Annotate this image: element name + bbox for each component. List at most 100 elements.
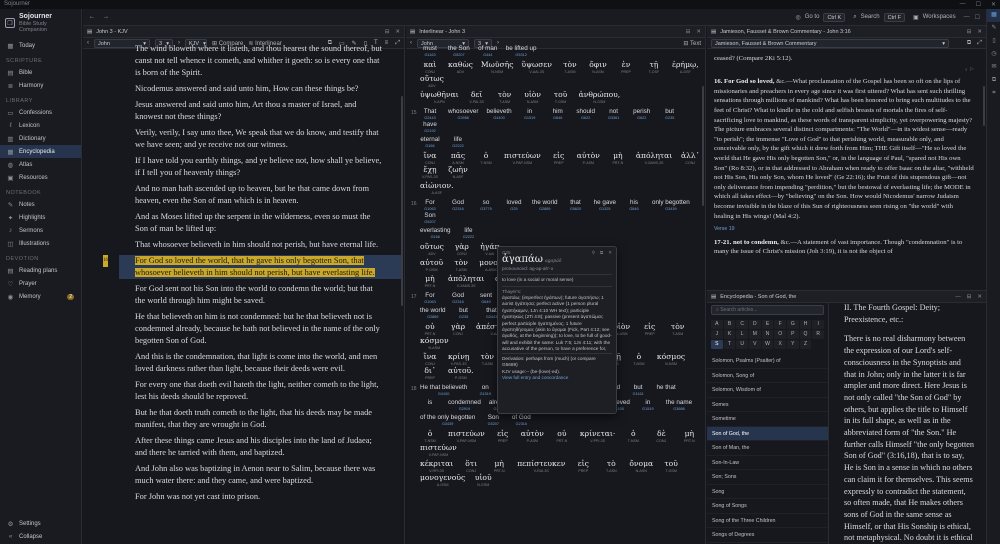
encyclopedia-item[interactable]: Song of Songs	[707, 499, 828, 514]
interlinear-token[interactable]: the world G2889	[532, 199, 558, 212]
interlinear-token[interactable]: so G3779	[476, 199, 496, 212]
interlinear-token[interactable]: καὶ CONJ	[420, 60, 440, 74]
interlinear-token[interactable]: only begotten G3439	[652, 199, 690, 212]
sidebar-item-resources[interactable]: ▣ Resources	[0, 171, 81, 184]
interlinear-token[interactable]: κόσμος N-NSM	[657, 352, 685, 366]
strongs-number[interactable]: G622	[576, 116, 596, 121]
close-icon[interactable]: ✕	[608, 250, 612, 256]
strongs-number[interactable]: G1063	[420, 300, 440, 305]
full-entry-link[interactable]: View full entry and concordance	[502, 375, 612, 381]
interlinear-token[interactable]: δὲ CONJ	[651, 429, 671, 443]
sidebar-item-prayer[interactable]: ♡ Prayer	[0, 277, 81, 290]
strongs-number[interactable]: G5207	[420, 220, 440, 225]
interlinear-token[interactable]: γὰρ CONJ	[448, 322, 468, 336]
letter-filter-c[interactable]: C	[736, 320, 748, 329]
sidebar-item-sermons[interactable]: ♪ Sermons	[0, 224, 81, 237]
interlinear-token[interactable]: of man G444	[478, 45, 498, 58]
scrollbar[interactable]	[983, 86, 985, 126]
strongs-number[interactable]: G2889	[532, 207, 558, 212]
layers-panel-icon[interactable]: ⧉	[987, 74, 1000, 87]
interlinear-token[interactable]: ἵναCONJ	[420, 352, 440, 366]
interlinear-token[interactable]: believeth G4100	[486, 108, 511, 121]
article-search-input[interactable]: ⌕ Search articles...	[711, 305, 824, 315]
letter-filter-e[interactable]: E	[761, 320, 774, 329]
verse[interactable]: Verily, verily, I say unto thee, We spea…	[135, 127, 383, 151]
interlinear-token[interactable]: of the only begotten G3439	[420, 414, 475, 427]
encyclopedia-item[interactable]: Solomon, Song of	[707, 369, 828, 383]
verse[interactable]: And this is the condemnation, that light…	[135, 351, 383, 375]
pane-close-icon[interactable]: ✕	[696, 29, 701, 35]
interlinear-token[interactable]: condemnedG2919	[448, 399, 481, 412]
interlinear-token[interactable]: Son G5207	[483, 414, 503, 427]
interlinear-token[interactable]: eternal G166	[420, 136, 440, 149]
copy-icon[interactable]: ⧉	[967, 40, 971, 47]
interlinear-token[interactable]: πιστεύων V-PAP-NSM	[504, 151, 541, 165]
interlinear-token[interactable]: ὅτι CONJ	[461, 459, 481, 473]
letter-filter-b[interactable]: B	[723, 320, 736, 329]
verse[interactable]: And as Moses lifted up the serpent in th…	[135, 211, 383, 235]
interlinear-token[interactable]: be lifted up G5312	[506, 45, 537, 58]
interlinear-token[interactable]: πᾶς A-NSM	[448, 151, 468, 165]
pin-icon[interactable]: ⚲	[592, 250, 595, 256]
interlinear-token[interactable]: υἱὸν N-ASM	[523, 90, 543, 104]
letter-filter-w[interactable]: W	[761, 340, 774, 349]
interlinear-token[interactable]: but G1161	[628, 384, 648, 397]
search-button[interactable]: ⌕ Search Ctrl F	[853, 12, 906, 22]
encyclopedia-item[interactable]: Son-In-Law	[707, 456, 828, 470]
strongs-number[interactable]: G3439	[652, 207, 690, 212]
interlinear-token[interactable]: ὁT-NSM	[476, 151, 496, 165]
verse[interactable]: 16 For God so loved the world, that he ga…	[103, 255, 403, 279]
interlinear-token[interactable]: life G2222	[448, 136, 468, 149]
strongs-number[interactable]: G235	[454, 315, 474, 320]
maximize-icon[interactable]: ☐	[976, 1, 981, 8]
strongs-number[interactable]: G2919	[448, 407, 481, 412]
interlinear-token[interactable]: ἔχῃ V-PAS-3S	[420, 165, 440, 179]
strongs-number[interactable]: G2316	[448, 300, 468, 305]
letter-filter-q[interactable]: Q	[799, 330, 812, 339]
interlinear-token[interactable]: εἰς PREP	[493, 429, 513, 443]
interlinear-token[interactable]: on G1519	[475, 384, 495, 397]
thumbs-down-icon[interactable]: ⚐	[970, 67, 974, 73]
sidebar-item-notes[interactable]: ✎ Notes	[0, 198, 81, 211]
strongs-number[interactable]: G1325	[594, 207, 616, 212]
letter-filter-x[interactable]: X	[774, 340, 786, 349]
strongs-number[interactable]: G2316	[448, 207, 468, 212]
thumbs-up-icon[interactable]: ♁	[964, 67, 968, 73]
letter-filter-o[interactable]: O	[774, 330, 786, 339]
interlinear-token[interactable]: τὸνT-ASM	[668, 322, 688, 336]
interlinear-token[interactable]: he that	[656, 384, 676, 397]
expand-icon[interactable]: ⤢	[395, 40, 400, 47]
split-icon[interactable]: ⊟	[385, 29, 390, 35]
interlinear-token[interactable]: is	[420, 399, 440, 412]
strongs-number[interactable]: G3956	[448, 116, 478, 121]
letter-filter-m[interactable]: M	[749, 330, 761, 339]
strongs-number[interactable]: G649	[476, 300, 496, 305]
split-icon[interactable]: ⊟	[967, 294, 972, 300]
sidebar-item-collapse[interactable]: «Collapse	[0, 530, 82, 543]
minimize-icon[interactable]: —	[964, 14, 970, 21]
interlinear-token[interactable]: ὕψωσεν V-AAI-3S	[521, 60, 552, 74]
strongs-number[interactable]: G4100	[486, 116, 511, 121]
letter-filter-k[interactable]: K	[723, 330, 736, 339]
sidebar-item-confessions[interactable]: ▭ Confessions	[0, 106, 81, 119]
interlinear-token[interactable]: notG3361	[604, 108, 624, 121]
verse[interactable]: But he that doeth truth cometh to the li…	[135, 407, 383, 431]
strongs-number[interactable]: G1519	[520, 116, 540, 121]
strongs-number[interactable]: G5312	[506, 53, 537, 58]
letter-filter-z[interactable]: Z	[799, 340, 812, 349]
encyclopedia-item[interactable]: Songs of Degrees	[707, 528, 828, 543]
letter-filter-a[interactable]: A	[711, 320, 723, 329]
interlinear-token[interactable]: κόσμον N-ASM	[420, 336, 449, 350]
strongs-number[interactable]: G2222	[448, 144, 468, 149]
bible-panel-icon[interactable]: ▦	[987, 9, 1000, 22]
interlinear-token[interactable]: μὴ PRT-N	[489, 459, 509, 473]
interlinear-token[interactable]: δι᾽ PREP	[420, 366, 440, 380]
interlinear-token[interactable]: οὕτως ADV	[420, 242, 444, 256]
interlinear-token[interactable]: πιστεύων V-PAP-NSM	[448, 429, 485, 443]
interlinear-token[interactable]: δεῖ V-PAI-3S	[467, 90, 487, 104]
copy-icon[interactable]: ⧉	[600, 250, 603, 256]
letter-filter-y[interactable]: Y	[787, 340, 799, 349]
interlinear-token[interactable]: that G5620	[566, 199, 586, 212]
pane-close-icon[interactable]: ✕	[977, 29, 982, 35]
letter-filter-r[interactable]: R	[812, 330, 824, 339]
